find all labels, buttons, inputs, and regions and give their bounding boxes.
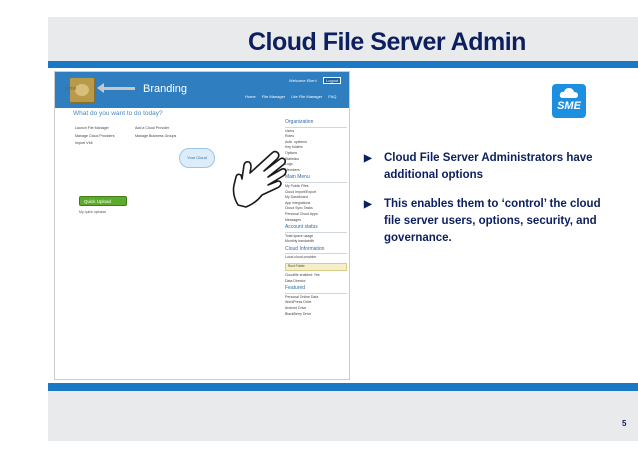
- logo-text: SME: [557, 100, 581, 112]
- account-status-header: Account status: [285, 224, 318, 231]
- root-folder-field[interactable]: Root Folder: [285, 263, 347, 272]
- task-link[interactable]: Add a Cloud Provider: [135, 125, 176, 133]
- divider: [285, 253, 347, 255]
- bullet-item: ▶ Cloud File Server Administrators have …: [362, 150, 602, 184]
- top-accent-line: [48, 61, 638, 68]
- divider: [285, 126, 347, 128]
- divider: [285, 292, 347, 294]
- branding-label: Branding: [143, 83, 188, 95]
- task-link[interactable]: Launch File Manager: [75, 125, 115, 133]
- nav-lite-file-manager[interactable]: Lite File Manager: [291, 94, 322, 99]
- dashboard-question: What do you want to do today?: [73, 110, 163, 117]
- divider: [285, 231, 347, 233]
- task-link[interactable]: Manage Business Groups: [135, 133, 176, 141]
- task-links-left: Launch File Manager Manage Cloud Provide…: [75, 125, 115, 148]
- bullet-text: Cloud File Server Administrators have ad…: [384, 152, 593, 181]
- welcome-text: Welcome Ellen!: [289, 78, 317, 83]
- footer-band: [48, 391, 638, 441]
- cloud-badge: Your Cloud: [179, 148, 215, 168]
- bottom-accent-line: [48, 383, 638, 391]
- logout-button[interactable]: Logout: [323, 77, 342, 84]
- page-number: 5: [622, 419, 627, 428]
- featured-item[interactable]: BlackBerry Drive: [285, 312, 347, 318]
- cloud-info-item[interactable]: Data Director: [285, 279, 347, 285]
- featured-header: Featured: [285, 285, 306, 292]
- sme-logo: SME: [552, 84, 586, 118]
- organization-header: Organization: [285, 119, 314, 125]
- cloud-info-item: Local cloud provider: [285, 255, 317, 260]
- app-header: Branding Welcome Ellen! Logout Home File…: [55, 72, 349, 108]
- slide-title: Cloud File Server Admin: [248, 28, 526, 56]
- task-link[interactable]: Manage Cloud Providers: [75, 133, 115, 141]
- app-screenshot: Branding Welcome Ellen! Logout Home File…: [54, 71, 350, 380]
- quick-upload-link[interactable]: My quick uploads: [79, 210, 106, 214]
- quick-upload-button[interactable]: Quick Upload: [79, 196, 127, 206]
- bullet-item: ▶ This enables them to ‘control’ the clo…: [362, 196, 602, 247]
- breadcrumb-home[interactable]: Home: [63, 86, 76, 92]
- app-nav: Home File Manager Lite File Manager FAQ: [245, 94, 341, 99]
- cloud-icon: [559, 88, 578, 98]
- task-links-right: Add a Cloud Provider Manage Business Gro…: [135, 125, 176, 140]
- sidebar-item[interactable]: Messages: [285, 218, 347, 224]
- divider: [285, 181, 347, 183]
- triangle-bullet-icon: ▶: [364, 153, 372, 164]
- account-item: Monthly bandwidth: [285, 239, 315, 244]
- nav-file-manager[interactable]: File Manager: [262, 94, 285, 99]
- arrow-shaft: [101, 87, 135, 90]
- bullet-list: ▶ Cloud File Server Administrators have …: [362, 150, 602, 259]
- main-menu-header: Main Menu: [285, 174, 310, 181]
- sidebar-item[interactable]: Members: [285, 168, 347, 174]
- cloud-info-header: Cloud Information: [285, 245, 325, 252]
- nav-faq[interactable]: FAQ: [328, 94, 336, 99]
- admin-sidebar: Organization Users Roles Auth. systems K…: [285, 118, 347, 317]
- task-link[interactable]: Import Vfdi: [75, 140, 115, 148]
- hand-pointer-icon: [232, 150, 287, 208]
- nav-home[interactable]: Home: [245, 94, 256, 99]
- triangle-bullet-icon: ▶: [364, 199, 372, 210]
- bullet-text: This enables them to ‘control’ the cloud…: [384, 198, 601, 244]
